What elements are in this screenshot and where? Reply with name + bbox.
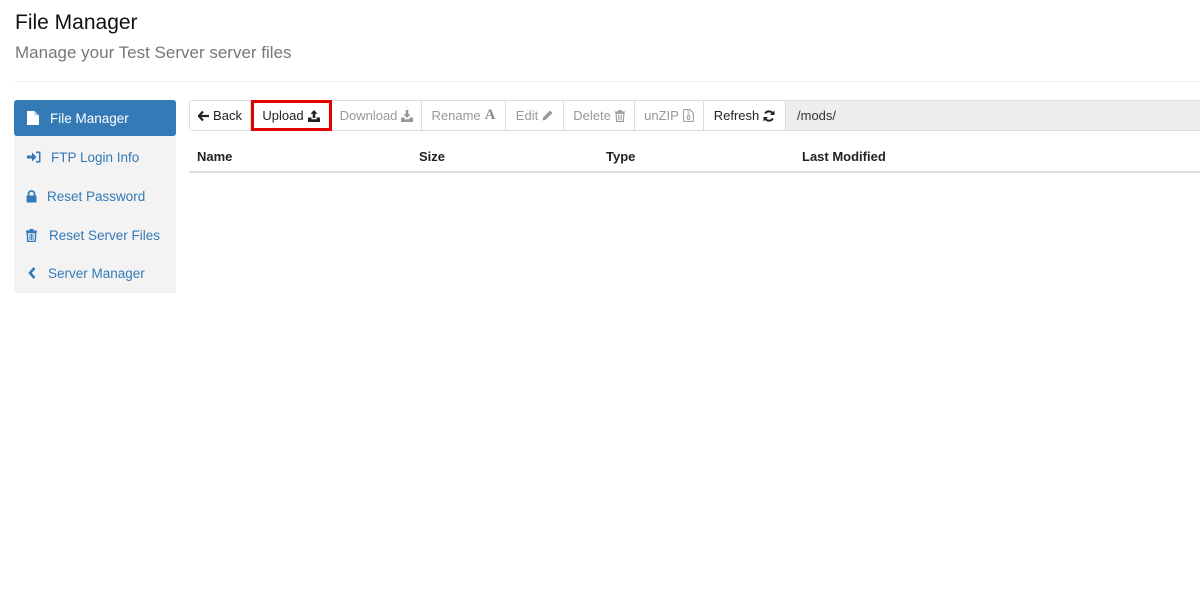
- current-path-field[interactable]: /mods/: [785, 100, 1200, 131]
- refresh-icon: [763, 109, 775, 122]
- trash-icon: [614, 109, 625, 122]
- upload-button-label: Upload: [262, 108, 304, 123]
- sidebar-item-label: Server Manager: [48, 265, 145, 281]
- page-title: File Manager: [15, 11, 138, 34]
- file-table: Name Size Type Last Modified: [189, 140, 1200, 173]
- unzip-button[interactable]: unZIP: [635, 100, 704, 131]
- sidebar-item-file-manager[interactable]: File Manager: [14, 100, 176, 136]
- sidebar-item-ftp-login-info[interactable]: FTP Login Info: [14, 139, 176, 175]
- rename-button[interactable]: Rename A: [422, 100, 506, 131]
- lock-icon: [26, 189, 37, 203]
- file-zip-icon: [682, 109, 694, 122]
- rename-button-label: Rename: [431, 108, 481, 123]
- edit-button-label: Edit: [515, 108, 539, 123]
- unzip-button-label: unZIP: [644, 108, 679, 123]
- sidebar-item-reset-password[interactable]: Reset Password: [14, 178, 176, 214]
- sidebar-nav: File Manager FTP Login Info Reset Passwo…: [14, 100, 176, 293]
- delete-button[interactable]: Delete: [564, 100, 635, 131]
- delete-button-label: Delete: [573, 108, 611, 123]
- sign-in-icon: [27, 150, 41, 164]
- upload-button[interactable]: Upload: [251, 100, 332, 131]
- font-icon: A: [484, 107, 496, 123]
- sidebar-item-server-manager[interactable]: Server Manager: [14, 255, 176, 291]
- sidebar-item-reset-server-files[interactable]: Reset Server Files: [14, 217, 176, 253]
- back-button[interactable]: Back: [189, 100, 251, 131]
- sidebar-item-label: File Manager: [50, 110, 129, 126]
- file-toolbar: Back Upload Download Rename A Edit Delet…: [189, 100, 786, 131]
- current-path: /mods/: [797, 108, 837, 123]
- file-icon: [26, 111, 40, 125]
- refresh-button-label: Refresh: [713, 108, 760, 123]
- arrow-left-icon: [198, 110, 210, 121]
- page-subtitle: Manage your Test Server server files: [15, 43, 292, 62]
- table-header: Name Size Type Last Modified: [189, 140, 1200, 173]
- column-header-size[interactable]: Size: [419, 149, 445, 164]
- column-header-name[interactable]: Name: [197, 149, 232, 164]
- column-header-type[interactable]: Type: [606, 149, 635, 164]
- header-divider: [15, 81, 1200, 82]
- download-button[interactable]: Download: [332, 100, 422, 131]
- column-header-last-modified[interactable]: Last Modified: [802, 149, 886, 164]
- download-icon: [401, 109, 414, 122]
- refresh-button[interactable]: Refresh: [704, 100, 786, 131]
- sidebar-item-label: Reset Password: [47, 188, 146, 204]
- sidebar-item-label: FTP Login Info: [51, 149, 140, 165]
- back-button-label: Back: [213, 108, 242, 123]
- pencil-icon: [542, 110, 553, 121]
- sidebar-item-label: Reset Server Files: [49, 227, 161, 243]
- upload-icon: [307, 109, 320, 122]
- chevron-left-icon: [28, 266, 36, 280]
- edit-button[interactable]: Edit: [506, 100, 564, 131]
- trash-icon: [26, 228, 37, 242]
- download-button-label: Download: [339, 108, 398, 123]
